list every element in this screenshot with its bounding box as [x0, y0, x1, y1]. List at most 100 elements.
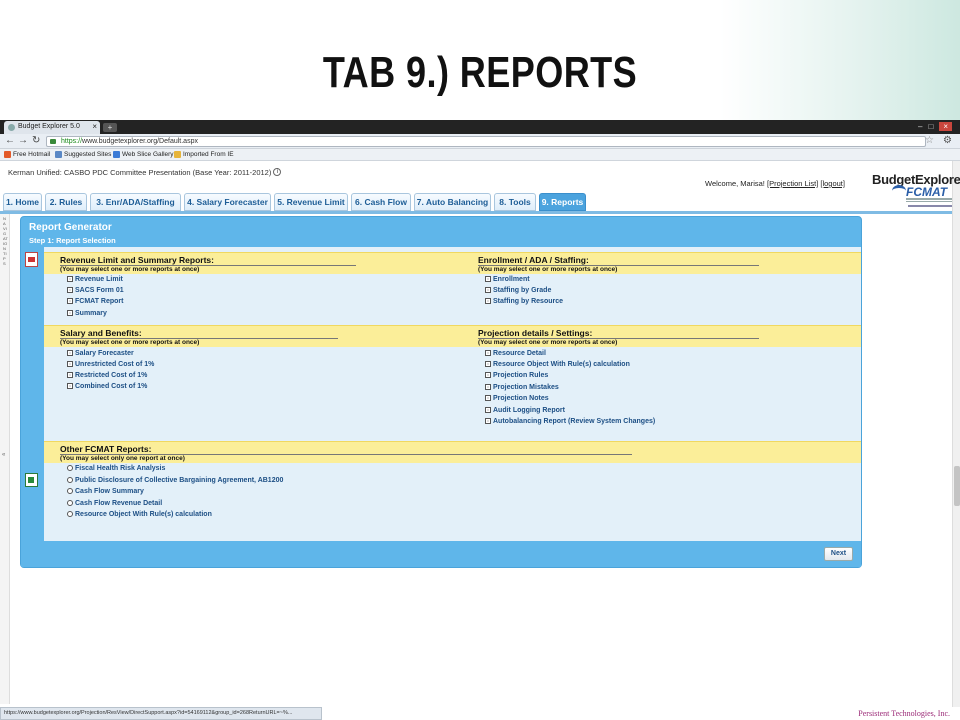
projection-heading: Projection details / Settings:: [478, 328, 593, 338]
checkbox-combined-cost[interactable]: Combined Cost of 1%: [67, 383, 147, 390]
checkbox-salary-forecaster[interactable]: Salary Forecaster: [67, 350, 134, 357]
excel-icon[interactable]: [25, 473, 38, 487]
checkbox-audit-logging[interactable]: Audit Logging Report: [485, 407, 565, 414]
checkbox-icon[interactable]: [485, 395, 491, 401]
tab-auto-balancing[interactable]: 7. Auto Balancing: [414, 193, 491, 211]
checkbox-fcmat-report[interactable]: FCMAT Report: [67, 298, 123, 305]
tab-enr-ada-staffing[interactable]: 3. Enr/ADA/Staffing: [90, 193, 181, 211]
bookmark-label: Web Slice Gallery: [122, 151, 174, 158]
bookmark-imported-from-ie[interactable]: Imported From IE: [174, 151, 234, 158]
user-welcome: Welcome, Marisa! [Projection List] [logo…: [705, 179, 845, 188]
forward-arrow-icon[interactable]: →: [18, 135, 28, 146]
navigation-tips-strip[interactable]: NAVIGATION TIPS «: [0, 214, 10, 704]
reload-icon[interactable]: ↻: [32, 135, 40, 146]
checkbox-sacs-form-01[interactable]: SACS Form 01: [67, 287, 124, 294]
logo-fineprint: [908, 205, 952, 207]
logout-link[interactable]: [logout]: [820, 179, 845, 188]
navigation-tips-label: NAVIGATION TIPS: [3, 216, 8, 266]
checkbox-staffing-by-resource[interactable]: Staffing by Resource: [485, 298, 563, 305]
favicon-icon: [8, 124, 15, 131]
checkbox-icon[interactable]: [485, 418, 491, 424]
checkbox-icon[interactable]: [67, 298, 73, 304]
option-label: Summary: [75, 310, 107, 317]
tab-home[interactable]: 1. Home: [3, 193, 42, 211]
checkbox-icon[interactable]: [485, 384, 491, 390]
checkbox-icon[interactable]: [485, 407, 491, 413]
checkbox-icon[interactable]: [485, 276, 491, 282]
close-tab-icon[interactable]: ×: [92, 122, 97, 131]
bookmark-star-icon[interactable]: ☆: [925, 135, 934, 146]
checkbox-projection-notes[interactable]: Projection Notes: [485, 395, 549, 402]
checkbox-autobalancing[interactable]: Autobalancing Report (Review System Chan…: [485, 418, 655, 425]
browser-tab[interactable]: Budget Explorer 5.0 ×: [4, 121, 100, 134]
section-header-row-2: Salary and Benefits: (You may select one…: [44, 325, 861, 347]
radio-fiscal-health[interactable]: Fiscal Health Risk Analysis: [67, 465, 165, 472]
panel-step: Step 1: Report Selection: [29, 236, 116, 245]
radio-icon[interactable]: [67, 488, 73, 494]
logo-fineprint: [906, 198, 952, 200]
checkbox-icon[interactable]: [485, 287, 491, 293]
checkbox-icon[interactable]: [67, 350, 73, 356]
checkbox-staffing-by-grade[interactable]: Staffing by Grade: [485, 287, 551, 294]
option-label: Staffing by Resource: [493, 298, 564, 305]
url-input[interactable]: https://www.budgetexplorer.org/Default.a…: [46, 136, 926, 147]
enrollment-heading: Enrollment / ADA / Staffing:: [478, 255, 589, 265]
checkbox-unrestricted-cost[interactable]: Unrestricted Cost of 1%: [67, 361, 154, 368]
checkbox-projection-mistakes[interactable]: Projection Mistakes: [485, 384, 559, 391]
tab-rules[interactable]: 2. Rules: [45, 193, 87, 211]
scrollbar-thumb[interactable]: [954, 466, 960, 506]
heading-rule: [60, 265, 356, 266]
checkbox-icon[interactable]: [485, 350, 491, 356]
projection-list-link[interactable]: [Projection List]: [767, 179, 818, 188]
radio-cash-flow-revenue-detail[interactable]: Cash Flow Revenue Detail: [67, 500, 162, 507]
checkbox-icon[interactable]: [67, 276, 73, 282]
radio-public-disclosure[interactable]: Public Disclosure of Collective Bargaini…: [67, 477, 283, 484]
bookmark-free-hotmail[interactable]: Free Hotmail: [4, 151, 50, 158]
radio-icon[interactable]: [67, 477, 73, 483]
checkbox-enrollment[interactable]: Enrollment: [485, 276, 530, 283]
option-label: Fiscal Health Risk Analysis: [75, 465, 166, 472]
checkbox-resource-object-rules[interactable]: Resource Object With Rule(s) calculation: [485, 361, 630, 368]
bookmark-web-slice-gallery[interactable]: Web Slice Gallery: [113, 151, 174, 158]
checkbox-revenue-limit[interactable]: Revenue Limit: [67, 276, 123, 283]
bookmark-label: Suggested Sites: [64, 151, 112, 158]
wrench-icon[interactable]: ⚙: [943, 135, 952, 146]
radio-resource-object-rules[interactable]: Resource Object With Rule(s) calculation: [67, 511, 212, 518]
bookmark-suggested-sites[interactable]: Suggested Sites: [55, 151, 111, 158]
radio-icon[interactable]: [67, 465, 73, 471]
back-arrow-icon[interactable]: ←: [5, 135, 15, 146]
checkbox-summary[interactable]: Summary: [67, 310, 107, 317]
checkbox-icon[interactable]: [67, 383, 73, 389]
next-button[interactable]: Next: [824, 547, 853, 561]
tab-salary-forecaster[interactable]: 4. Salary Forecaster: [184, 193, 271, 211]
bookmarks-bar: Free Hotmail Suggested Sites Web Slice G…: [0, 149, 960, 161]
tab-tools[interactable]: 8. Tools: [494, 193, 536, 211]
checkbox-icon[interactable]: [67, 310, 73, 316]
checkbox-icon[interactable]: [485, 361, 491, 367]
logo-fineprint: [906, 201, 952, 202]
minimize-icon[interactable]: –: [918, 122, 928, 131]
vertical-scrollbar[interactable]: [952, 161, 960, 707]
checkbox-icon[interactable]: [67, 372, 73, 378]
collapse-chevron-icon[interactable]: «: [2, 452, 5, 458]
maximize-icon[interactable]: □: [928, 122, 939, 131]
checkbox-projection-rules[interactable]: Projection Rules: [485, 372, 548, 379]
checkbox-icon[interactable]: [485, 298, 491, 304]
tab-revenue-limit[interactable]: 5. Revenue Limit: [274, 193, 348, 211]
new-tab-button[interactable]: +: [103, 123, 117, 132]
checkbox-icon[interactable]: [67, 287, 73, 293]
close-window-icon[interactable]: ×: [939, 122, 952, 131]
checkbox-icon[interactable]: [67, 361, 73, 367]
radio-cash-flow-summary[interactable]: Cash Flow Summary: [67, 488, 144, 495]
radio-icon[interactable]: [67, 511, 73, 517]
tab-reports[interactable]: 9. Reports: [539, 193, 586, 211]
tab-cash-flow[interactable]: 6. Cash Flow: [351, 193, 411, 211]
checkbox-restricted-cost[interactable]: Restricted Cost of 1%: [67, 372, 147, 379]
radio-icon[interactable]: [67, 500, 73, 506]
pdf-icon[interactable]: [25, 252, 38, 267]
checkbox-resource-detail[interactable]: Resource Detail: [485, 350, 546, 357]
panel-icon-column: [21, 247, 44, 541]
option-label: Salary Forecaster: [75, 350, 134, 357]
checkbox-icon[interactable]: [485, 372, 491, 378]
info-icon[interactable]: i: [273, 168, 282, 176]
